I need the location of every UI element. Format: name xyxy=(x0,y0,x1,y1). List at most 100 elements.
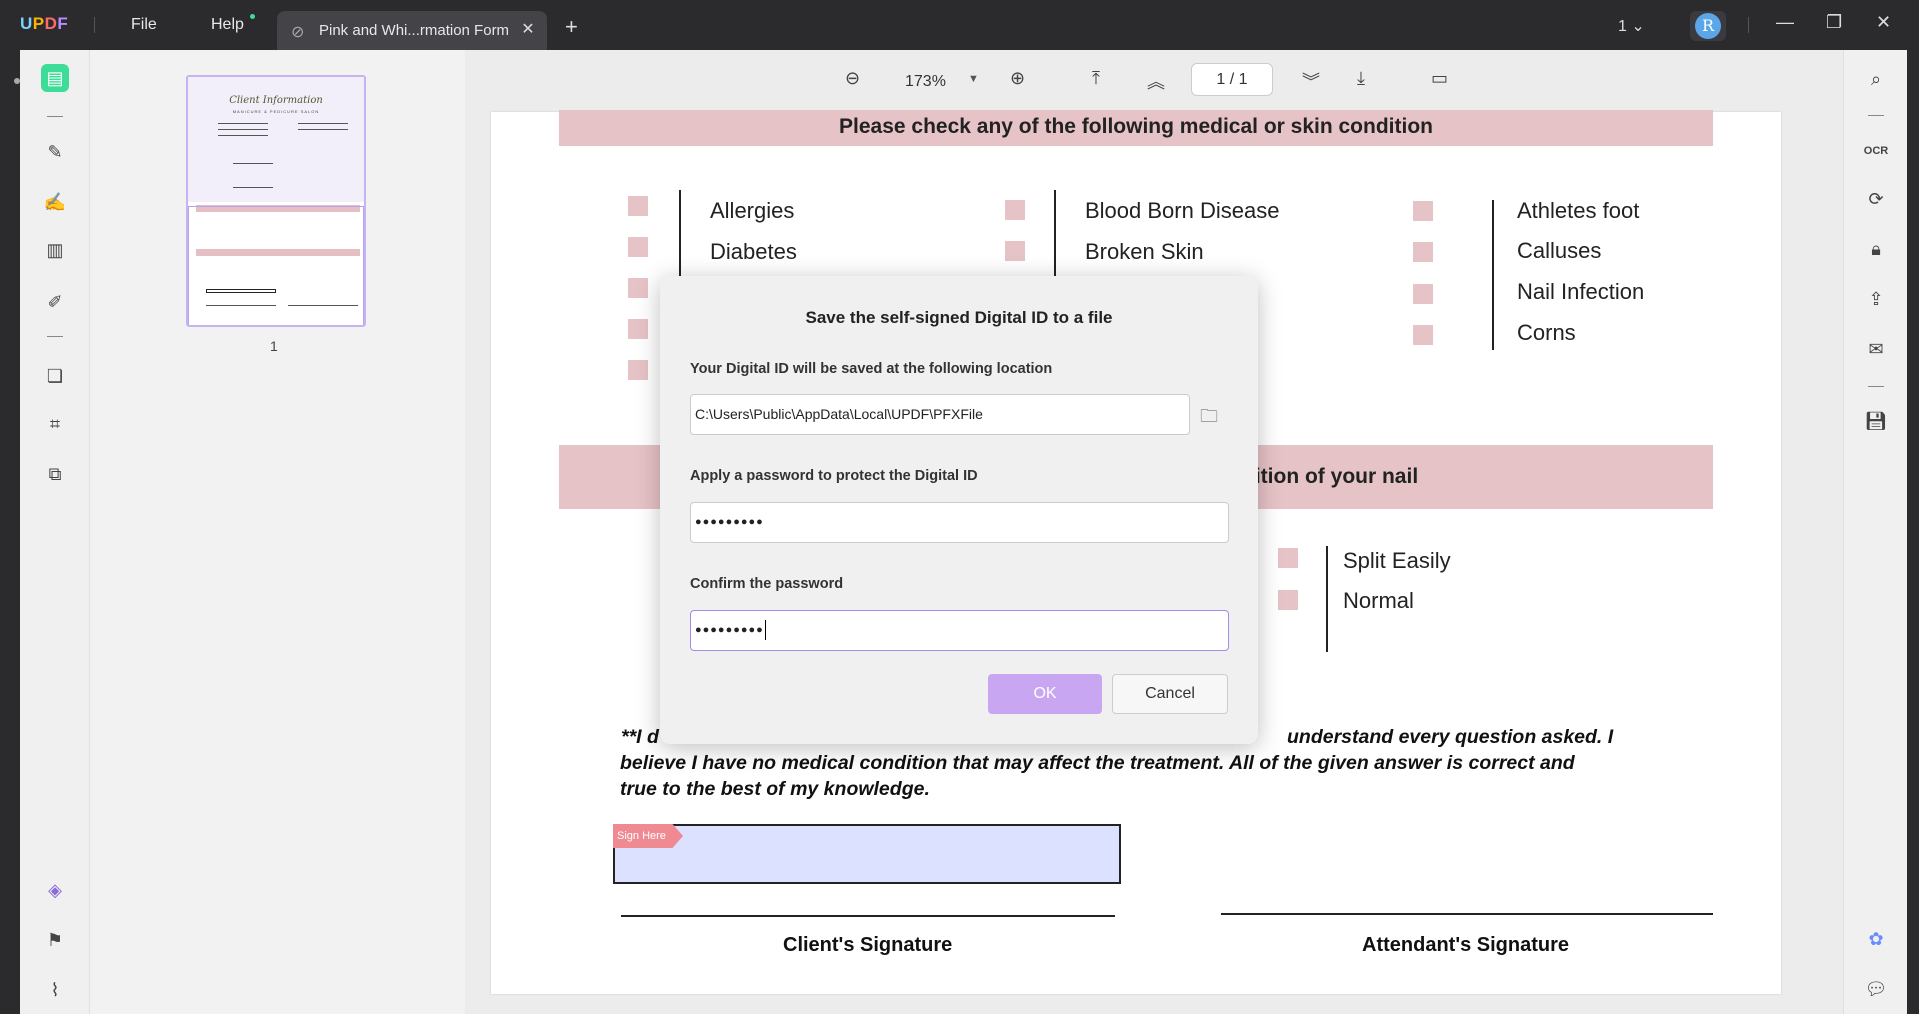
confirm-password-input[interactable]: ●●●●●●●●● xyxy=(690,610,1229,651)
attachment-icon[interactable]: ⌇ xyxy=(41,976,69,1004)
attendant-signature-label: Attendant's Signature xyxy=(1362,934,1569,956)
rail-separator xyxy=(1868,115,1884,116)
protect-icon[interactable]: 🔒︎ xyxy=(1863,236,1889,262)
minimize-button[interactable]: — xyxy=(1776,12,1794,33)
checkbox[interactable] xyxy=(1005,241,1025,261)
convert-icon[interactable]: ⟳ xyxy=(1863,186,1889,212)
search-icon[interactable]: ⌕ xyxy=(1863,66,1889,92)
checkbox[interactable] xyxy=(1413,242,1433,262)
avatar[interactable]: R xyxy=(1690,11,1726,41)
checkbox[interactable] xyxy=(1413,201,1433,221)
first-page-icon[interactable]: ⤒ xyxy=(1092,68,1100,89)
document-view[interactable]: ⊖ 173% ▼ ⊕ ⤒ ︽ 1 / 1 ︾ ⤓ ▭ Please check … xyxy=(465,50,1843,1014)
thumbnail-panel: Client Information MANICURE & PEDICURE S… xyxy=(90,50,465,1014)
checkbox[interactable] xyxy=(628,237,648,257)
password-input[interactable]: ●●●●●●●●● xyxy=(690,502,1229,543)
location-input[interactable]: C:\Users\Public\AppData\Local\UPDF\PFXFi… xyxy=(690,394,1190,435)
share-icon[interactable]: ⇪ xyxy=(1863,286,1889,312)
title-separator xyxy=(94,17,95,33)
medical-condition-header: Please check any of the following medica… xyxy=(559,110,1713,146)
highlighter-icon[interactable]: ✎ xyxy=(41,138,69,166)
current-page: 1 xyxy=(1216,71,1226,88)
updf-logo: UPDF xyxy=(20,14,69,33)
condition-label: Corns xyxy=(1517,320,1576,345)
new-tab-button[interactable]: + xyxy=(565,14,578,40)
checkbox[interactable] xyxy=(1413,325,1433,345)
checkbox[interactable] xyxy=(1278,548,1298,568)
window-count-dropdown[interactable]: 1 ⌄ xyxy=(1618,16,1645,36)
title-bar: UPDF File Help ⊘ Pink and Whi...rmation … xyxy=(0,0,1919,50)
thumbnail-line xyxy=(218,123,268,124)
zoom-out-icon[interactable]: ⊖ xyxy=(845,68,860,89)
previous-page-icon[interactable]: ︽ xyxy=(1147,68,1165,94)
thumbnail-line xyxy=(298,129,348,130)
condition-label: Nail Infection xyxy=(1517,279,1645,304)
confirm-password-label: Confirm the password xyxy=(690,576,844,592)
checkbox[interactable] xyxy=(1413,284,1433,304)
zoom-level[interactable]: 173% xyxy=(905,73,946,91)
ocr-icon[interactable]: OCR xyxy=(1863,138,1889,164)
column-divider xyxy=(1492,200,1494,350)
signature-field[interactable] xyxy=(613,824,1121,884)
zoom-in-icon[interactable]: ⊕ xyxy=(1010,68,1025,89)
browse-folder-icon[interactable]: 🗀 xyxy=(1200,404,1224,426)
thumbnail-title: Client Information xyxy=(229,95,323,106)
right-tool-rail: ⌕ OCR ⟳ 🔒︎ ⇪ ✉ 💾︎ ✿ 💬︎ xyxy=(1843,50,1907,1014)
page-thumbnail[interactable]: Client Information MANICURE & PEDICURE S… xyxy=(186,75,366,327)
email-icon[interactable]: ✉ xyxy=(1863,336,1889,362)
statement-line-2: believe I have no medical condition that… xyxy=(620,752,1575,774)
restore-button[interactable]: ❐ xyxy=(1826,12,1842,33)
page-layout-icon[interactable]: ▥ xyxy=(41,236,69,264)
close-window-button[interactable]: ✕ xyxy=(1876,12,1891,33)
zoom-dropdown-icon[interactable]: ▼ xyxy=(968,73,979,85)
ai-icon[interactable]: ✿ xyxy=(1863,926,1889,952)
cancel-button[interactable]: Cancel xyxy=(1112,674,1228,714)
location-label: Your Digital ID will be saved at the fol… xyxy=(690,361,1053,377)
layers-icon[interactable]: ◈ xyxy=(41,876,69,904)
dialog-title: Save the self-signed Digital ID to a fil… xyxy=(805,308,1113,327)
next-page-icon[interactable]: ︾ xyxy=(1302,68,1320,94)
checkbox[interactable] xyxy=(1005,200,1025,220)
thumbnail-line xyxy=(233,163,273,164)
ok-button[interactable]: OK xyxy=(988,674,1102,714)
edit-text-icon[interactable]: ✍ xyxy=(41,188,69,216)
document-tab[interactable]: ⊘ Pink and Whi...rmation Form ✕ xyxy=(277,11,547,50)
close-tab-icon[interactable]: ✕ xyxy=(518,20,538,40)
thumbnail-subtitle: MANICURE & PEDICURE SALON xyxy=(232,109,320,114)
reader-icon[interactable]: ▤ xyxy=(41,64,69,92)
right-edge xyxy=(1907,50,1919,1014)
presentation-icon[interactable]: ▭ xyxy=(1431,68,1448,89)
view-toolbar: ⊖ 173% ▼ ⊕ ⤒ ︽ 1 / 1 ︾ ⤓ ▭ xyxy=(465,50,1843,110)
checkbox[interactable] xyxy=(628,319,648,339)
checkbox[interactable] xyxy=(628,360,648,380)
checkbox[interactable] xyxy=(628,196,648,216)
bookmark-icon[interactable]: ⚑ xyxy=(41,926,69,954)
thumbnail-line xyxy=(218,129,268,130)
condition-label: Diabetes xyxy=(710,239,797,264)
checkbox[interactable] xyxy=(1278,590,1298,610)
thumbnail-line xyxy=(298,123,348,124)
condition-label: Allergies xyxy=(710,198,795,223)
save-icon[interactable]: 💾︎ xyxy=(1863,408,1889,434)
checkbox[interactable] xyxy=(628,278,648,298)
form-edit-icon[interactable]: ✐ xyxy=(41,288,69,316)
organize-pages-icon[interactable]: ❏ xyxy=(41,362,69,390)
chevron-down-icon: ⌄ xyxy=(1631,18,1645,35)
menu-help[interactable]: Help xyxy=(211,16,244,34)
client-signature-line xyxy=(621,915,1115,917)
condition-label: Blood Born Disease xyxy=(1085,198,1280,223)
rail-separator xyxy=(47,116,63,117)
document-tab-icon: ⊘ xyxy=(291,24,305,41)
crop-icon[interactable]: ⌗ xyxy=(41,410,69,438)
password-label: Apply a password to protect the Digital … xyxy=(690,468,978,484)
compare-icon[interactable]: ⧉ xyxy=(41,460,69,488)
document-tab-title: Pink and Whi...rmation Form xyxy=(319,22,510,39)
last-page-icon[interactable]: ⤓ xyxy=(1357,68,1365,89)
page-number-input[interactable]: 1 / 1 xyxy=(1191,63,1273,96)
comment-icon[interactable]: 💬︎ xyxy=(1863,976,1889,1002)
condition-label: Calluses xyxy=(1517,238,1602,263)
left-edge xyxy=(0,50,20,1014)
text-caret xyxy=(764,620,766,641)
menu-file[interactable]: File xyxy=(131,16,157,34)
left-tool-rail: ▤ ✎ ✍ ▥ ✐ ❏ ⌗ ⧉ ◈ ⚑ ⌇ xyxy=(20,50,90,1014)
